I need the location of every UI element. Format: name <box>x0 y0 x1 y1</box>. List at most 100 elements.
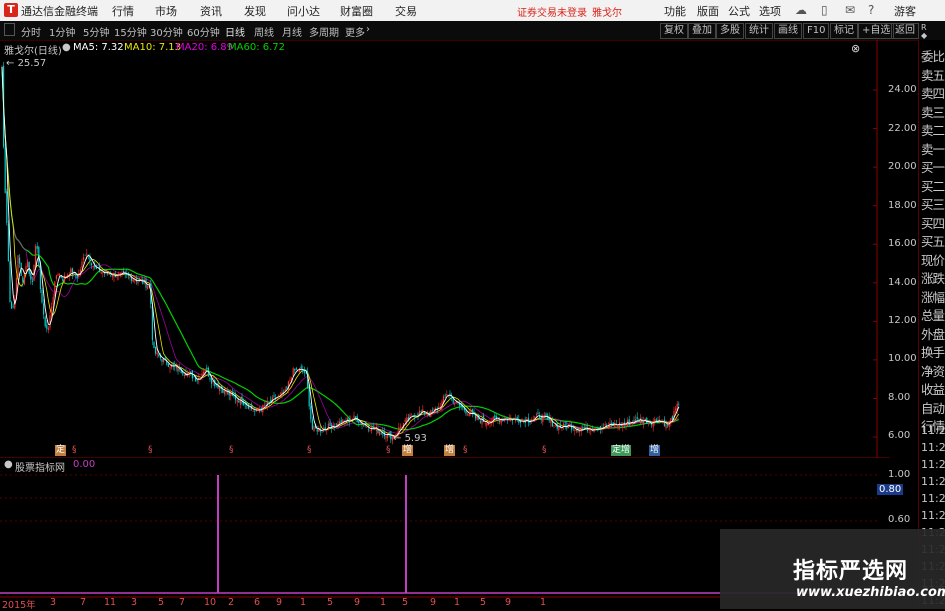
candle-body <box>92 266 94 267</box>
menu-wealth[interactable]: 财富圈 <box>340 3 373 19</box>
ma60-line <box>1 66 680 431</box>
trade-login-warning[interactable]: 证券交易未登录 <box>517 4 587 19</box>
button-mark[interactable]: 标记 <box>830 23 858 39</box>
quote-sidebar: 委比 卖五 卖四 卖三 卖二 卖一 买一 买二 买三 买四 买五 现价 涨跌 涨幅 总量 外盘 换手 净资 收益 自动… <box>918 40 945 609</box>
dividend-marker[interactable]: § <box>463 445 468 455</box>
candle-body <box>387 432 389 438</box>
candle-body <box>153 341 155 349</box>
button-add-watchlist[interactable]: +自选 <box>858 23 895 39</box>
menu-function[interactable]: 功能 <box>664 3 686 19</box>
button-multi-stock[interactable]: 多股 <box>716 23 744 39</box>
x-tick: 1 <box>380 597 387 608</box>
tab-multi-period[interactable]: 多周期 <box>309 24 339 39</box>
candle-body <box>83 257 85 260</box>
event-marker[interactable]: 定增 <box>611 445 632 456</box>
candle-body <box>292 368 294 377</box>
menu-market[interactable]: 市场 <box>155 3 177 19</box>
dividend-marker[interactable]: § <box>542 445 547 455</box>
tab-60min[interactable]: 60分钟 <box>187 24 220 39</box>
candle-body <box>100 272 102 274</box>
menu-formula[interactable]: 公式 <box>728 3 750 19</box>
candle-body <box>521 419 523 421</box>
candle-body <box>553 425 555 426</box>
event-marker[interactable]: 增 <box>444 445 456 456</box>
tab-30min[interactable]: 30分钟 <box>150 24 183 39</box>
candle-body <box>635 418 637 421</box>
menu-discover[interactable]: 发现 <box>244 3 266 19</box>
candle-body <box>499 421 501 422</box>
tab-weekly[interactable]: 周线 <box>254 24 274 39</box>
candle-body <box>422 409 424 412</box>
x-tick: 5 <box>480 597 487 608</box>
event-marker[interactable]: 增 <box>402 445 414 456</box>
button-draw[interactable]: 画线 <box>774 23 802 39</box>
candle-body <box>617 426 619 427</box>
candle-body <box>335 423 337 425</box>
tab-1min[interactable]: 1分钟 <box>49 24 75 39</box>
collapse-icon[interactable] <box>4 23 15 36</box>
menu-options[interactable]: 选项 <box>759 3 781 19</box>
menu-quotes[interactable]: 行情 <box>112 3 134 19</box>
price-chart[interactable] <box>0 40 890 458</box>
chevron-right-icon[interactable]: › <box>366 24 370 35</box>
candle-body <box>487 423 489 426</box>
y-tick: 8.00 <box>888 392 911 403</box>
dividend-marker[interactable]: § <box>148 445 153 455</box>
button-back[interactable]: 返回 <box>891 23 919 39</box>
phone-icon[interactable]: ▯ <box>821 3 828 17</box>
candle-body <box>193 376 195 378</box>
candle-body <box>585 425 587 427</box>
dividend-marker[interactable]: § <box>307 445 312 455</box>
candle-body <box>43 303 45 315</box>
candle-body <box>203 371 205 375</box>
indicator-current: 0.80 <box>877 484 904 495</box>
tab-daily[interactable]: 日线 <box>225 24 245 39</box>
candle-body <box>49 315 51 328</box>
high-price-label: ← 25.57 <box>6 58 47 69</box>
button-overlay[interactable]: 叠加 <box>688 23 716 39</box>
candle-body <box>668 421 670 427</box>
event-marker[interactable]: 增 <box>649 445 661 456</box>
event-marker[interactable]: 定 <box>55 445 67 456</box>
low-price-label: ← 5.93 <box>393 433 427 444</box>
help-icon[interactable]: ? <box>868 3 874 17</box>
cloud-icon[interactable]: ☁ <box>795 3 807 17</box>
x-tick: 5 <box>327 597 334 608</box>
dividend-marker[interactable]: § <box>72 445 77 455</box>
tab-monthly[interactable]: 月线 <box>282 24 302 39</box>
candle-body <box>476 416 478 420</box>
menu-ask[interactable]: 问小达 <box>287 3 320 19</box>
x-tick: 11 <box>104 597 117 608</box>
candle-body <box>363 425 365 427</box>
button-f10[interactable]: F10 <box>803 23 830 39</box>
candle-body <box>438 406 440 408</box>
button-stats[interactable]: 统计 <box>745 23 773 39</box>
envelope-icon[interactable]: ✉ <box>845 3 855 17</box>
menu-news[interactable]: 资讯 <box>200 3 222 19</box>
indicator-tick: 1.00 <box>888 469 911 480</box>
candle-body <box>579 430 581 432</box>
tab-intraday[interactable]: 分时 <box>21 24 41 39</box>
dividend-marker[interactable]: § <box>229 445 234 455</box>
sidebar-item[interactable]: 自动 <box>921 398 945 417</box>
button-adjust[interactable]: 复权 <box>660 23 688 39</box>
tab-more[interactable]: 更多 <box>345 24 365 39</box>
candle-body <box>420 411 422 412</box>
tab-15min[interactable]: 15分钟 <box>114 24 147 39</box>
menu-trade[interactable]: 交易 <box>395 3 417 19</box>
sidebar-item: 卖三 <box>921 104 945 120</box>
guest-label[interactable]: 游客 <box>894 3 916 19</box>
dividend-marker[interactable]: § <box>386 445 391 455</box>
tab-5min[interactable]: 5分钟 <box>83 24 109 39</box>
candle-body <box>7 223 9 262</box>
sidebar-toggle-icon[interactable]: R ◆ <box>921 24 927 40</box>
x-tick: 7 <box>80 597 87 608</box>
x-tick: 5 <box>402 597 409 608</box>
candle-body <box>225 391 227 393</box>
candle-body <box>132 279 134 282</box>
menu-layout[interactable]: 版面 <box>697 3 719 19</box>
candle-body <box>479 421 481 423</box>
candle-body <box>279 393 281 394</box>
candle-body <box>67 274 69 277</box>
candle-body <box>388 432 390 433</box>
